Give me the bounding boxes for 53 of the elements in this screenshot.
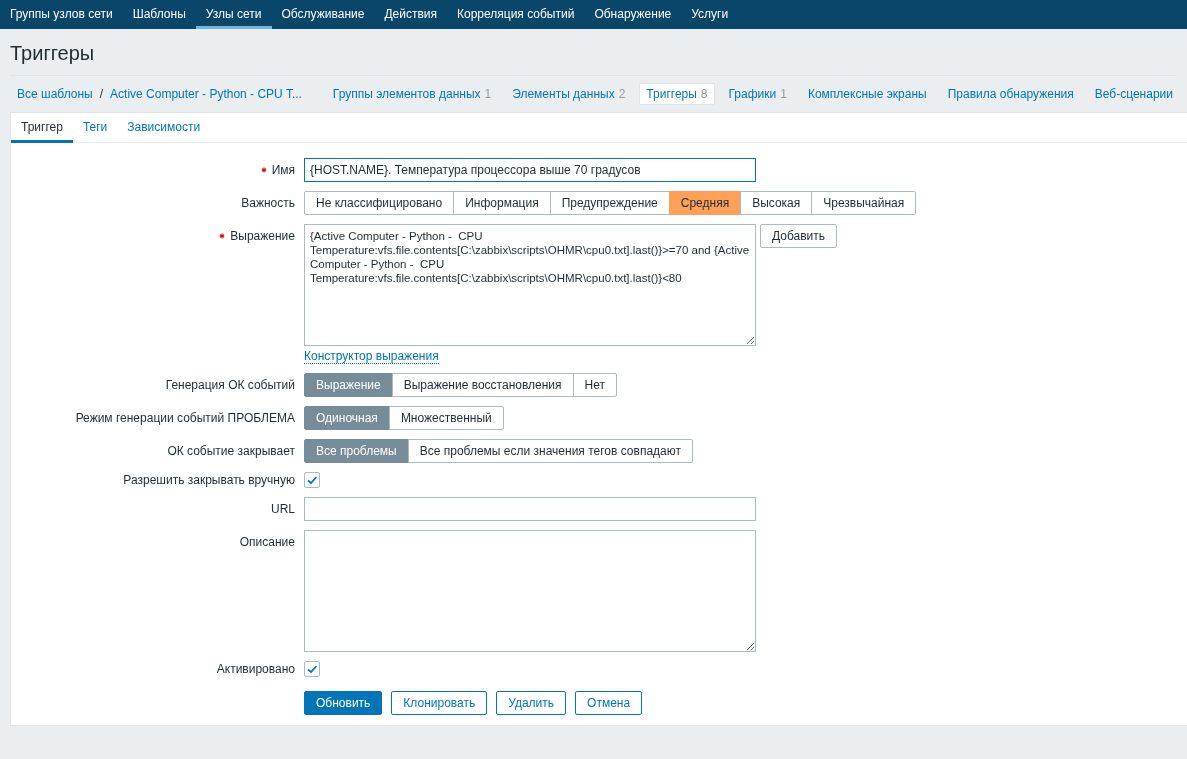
breadcrumb-link[interactable]: Active Computer - Python - CPU T... bbox=[110, 87, 302, 101]
host-tab[interactable]: Комплексные экраны bbox=[800, 83, 934, 105]
host-tab[interactable]: Графики 1 bbox=[721, 83, 794, 105]
nav-menu-item[interactable]: Обнаружение bbox=[584, 0, 682, 29]
nav-menu-item[interactable]: Обслуживание bbox=[271, 0, 375, 29]
severity-option[interactable]: Информация bbox=[453, 191, 551, 215]
field-label: Важность bbox=[241, 196, 295, 210]
severity-option[interactable]: Чрезвычайная bbox=[811, 191, 917, 215]
form-button[interactable]: Удалить bbox=[496, 691, 567, 715]
nav-menu-item[interactable]: Корреляция событий bbox=[446, 0, 585, 29]
field-label: Разрешить закрывать вручную bbox=[123, 473, 295, 487]
breadcrumb-separator: / bbox=[99, 87, 104, 101]
form-tab[interactable]: Зависимости bbox=[117, 113, 211, 143]
checkbox[interactable] bbox=[304, 661, 320, 677]
expression-textarea[interactable]: {Active Computer - Python - CPU Temperature:vfs.file.contents[C:\zabbix\scripts\OHMR\cpu0.txt].last()}>=70 and {Active Computer - Python - CPU Temperature:vfs.file.contents[C:\zabbix\scripts\OHMR\cpu0.txt].last()}<80 bbox=[304, 224, 756, 346]
field-label: Выражение bbox=[230, 229, 295, 243]
field-label: Активировано bbox=[216, 662, 295, 676]
nav-menu-item[interactable]: Группы узлов сети bbox=[0, 0, 123, 29]
radio-option[interactable]: Выражение восстановления bbox=[391, 373, 574, 397]
radio-option[interactable]: Нет bbox=[572, 373, 617, 397]
nav-menu-item[interactable]: Шаблоны bbox=[122, 0, 196, 29]
form-button[interactable]: Отмена bbox=[575, 691, 643, 715]
field-label: Режим генерации событий ПРОБЛЕМА bbox=[75, 411, 295, 425]
severity-option[interactable]: Средняя bbox=[668, 191, 742, 215]
form-tab[interactable]: Теги bbox=[72, 113, 118, 143]
add-button[interactable]: Добавить bbox=[760, 224, 838, 248]
host-tab[interactable]: Группы элементов данных 1 bbox=[325, 83, 499, 105]
severity-option[interactable]: Высокая bbox=[740, 191, 813, 215]
form-button[interactable]: Обновить bbox=[304, 691, 383, 715]
radio-option[interactable]: Все проблемы если значения тегов совпадают bbox=[407, 439, 693, 463]
expression-constructor-link[interactable]: Конструктор выражения bbox=[304, 349, 439, 364]
nav-menu-item[interactable]: Действия bbox=[374, 0, 447, 29]
form-tab[interactable]: Триггер bbox=[11, 113, 73, 143]
page-title: Триггеры bbox=[10, 40, 1177, 76]
field-label: URL bbox=[271, 502, 295, 516]
field-label: Имя bbox=[271, 163, 295, 177]
host-tab[interactable]: Триггеры 8 bbox=[639, 83, 715, 105]
nav-menu-item[interactable]: Услуги bbox=[681, 0, 739, 29]
url-input[interactable] bbox=[304, 497, 756, 521]
severity-option[interactable]: Предупреждение bbox=[549, 191, 670, 215]
host-tab[interactable]: Веб-сценарии bbox=[1087, 83, 1180, 105]
host-tab[interactable]: Правила обнаружения bbox=[940, 83, 1081, 105]
field-label: Генерация ОК событий bbox=[165, 378, 295, 392]
form-button[interactable]: Клонировать bbox=[391, 691, 488, 715]
checkbox[interactable] bbox=[304, 472, 320, 488]
nav-menu-item[interactable]: Узлы сети bbox=[195, 0, 272, 29]
field-label: ОК событие закрывает bbox=[167, 444, 295, 458]
host-tab[interactable]: Элементы данных 2 bbox=[505, 83, 633, 105]
field-label: Описание bbox=[239, 535, 295, 549]
name-input[interactable]: {HOST.NAME}. Температура процессора выше 70 градусов bbox=[304, 158, 756, 182]
breadcrumb-link[interactable]: Все шаблоны bbox=[17, 87, 93, 101]
radio-option[interactable]: Множественный bbox=[388, 406, 504, 430]
severity-option[interactable]: Не классифицировано bbox=[304, 191, 455, 215]
